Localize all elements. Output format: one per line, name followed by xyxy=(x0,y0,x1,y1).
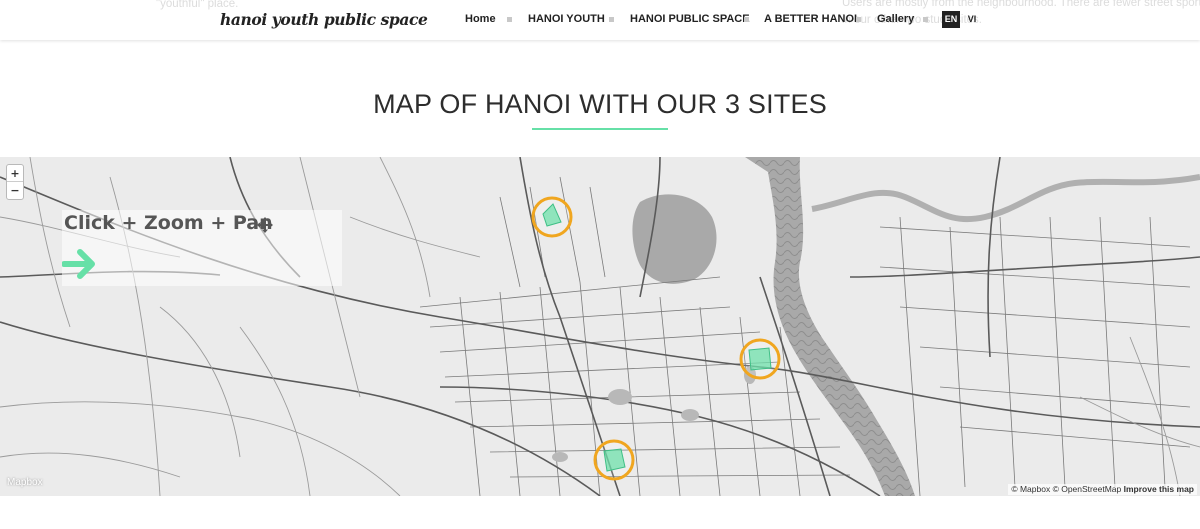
section-title: MAP OF HANOI WITH OUR 3 SITES xyxy=(373,89,827,119)
map-attribution: © Mapbox © OpenStreetMap Improve this ma… xyxy=(1008,484,1197,495)
nav-separator xyxy=(856,17,861,22)
mapbox-attribution-link[interactable]: © Mapbox xyxy=(1011,484,1050,494)
nav-hanoi-public-space[interactable]: HANOI PUBLIC SPACE xyxy=(630,13,750,25)
map-container[interactable]: + − Click + Zoom + Pan Mapbox © Mapbox ©… xyxy=(0,157,1200,496)
nav-home[interactable]: Home xyxy=(465,13,496,25)
nav-separator xyxy=(923,17,928,22)
nav-gallery[interactable]: Gallery xyxy=(877,13,914,25)
site-header: "youthful" place. Users are mostly from … xyxy=(0,0,1200,40)
zoom-control: + − xyxy=(6,164,24,200)
instruction-panel: Click + Zoom + Pan xyxy=(62,210,342,286)
zoom-in-button[interactable]: + xyxy=(7,165,23,182)
mapbox-logo[interactable]: Mapbox xyxy=(7,477,43,488)
site-marker-2[interactable] xyxy=(737,336,783,382)
zoom-out-button[interactable]: − xyxy=(7,182,23,199)
osm-attribution-link[interactable]: © OpenStreetMap xyxy=(1053,484,1122,494)
nav-separator xyxy=(744,17,749,22)
site-marker-3[interactable] xyxy=(591,437,637,483)
nav-separator xyxy=(507,17,512,22)
arrow-right-icon xyxy=(62,249,95,279)
main-nav: Home HANOI YOUTH HANOI PUBLIC SPACE A BE… xyxy=(0,0,1200,40)
site-marker-1[interactable] xyxy=(529,194,575,240)
nav-a-better-hanoi[interactable]: A BETTER HANOI xyxy=(764,13,857,25)
nav-separator xyxy=(609,17,614,22)
title-underline xyxy=(532,128,668,130)
improve-map-link[interactable]: Improve this map xyxy=(1124,484,1194,494)
move-icon xyxy=(257,217,273,233)
nav-hanoi-youth[interactable]: HANOI YOUTH xyxy=(528,13,605,25)
instruction-text: Click + Zoom + Pan xyxy=(64,212,273,234)
language-vi-button[interactable]: VI xyxy=(966,11,978,28)
language-en-button[interactable]: EN xyxy=(942,11,960,28)
